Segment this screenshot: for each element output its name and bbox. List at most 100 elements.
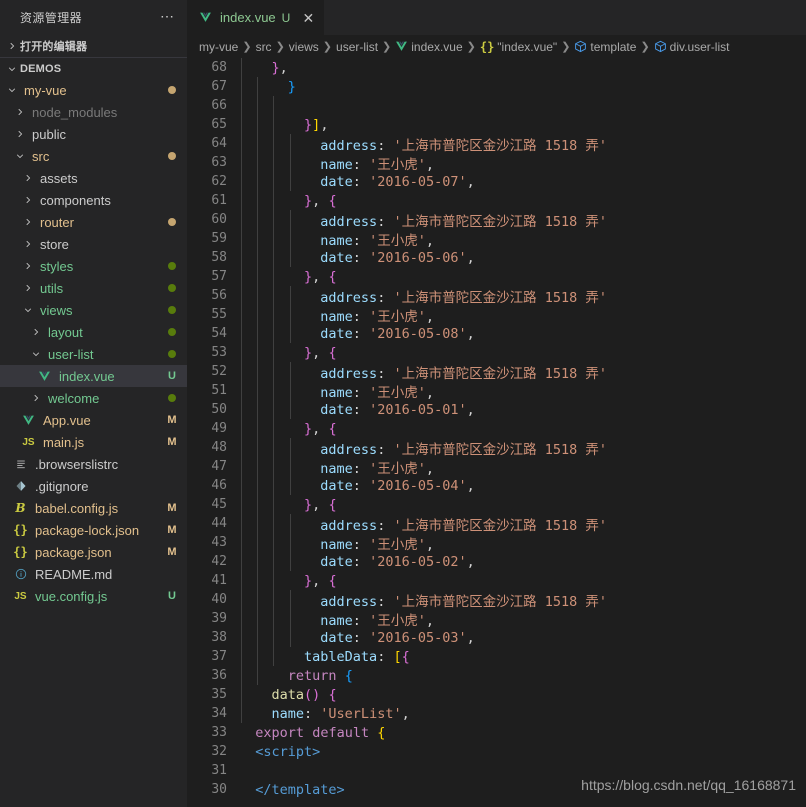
code-line: 53 }, {: [187, 343, 806, 362]
code-line: 65 }],: [187, 115, 806, 134]
code-line: 34 name: 'UserList',: [187, 704, 806, 723]
line-number: 56: [211, 288, 227, 303]
tree-folder-my-vue[interactable]: my-vue: [0, 79, 187, 101]
code-line: 30 </template>: [187, 780, 806, 799]
explorer-header: 资源管理器 ⋯: [0, 0, 187, 35]
breadcrumb-item[interactable]: {} "index.vue": [480, 40, 557, 54]
code-line: 43 name: '王小虎',: [187, 533, 806, 553]
tree-item-status-badge: M: [167, 436, 177, 448]
indent-guide: [257, 96, 259, 115]
tab-bar: index.vue U ✕: [187, 0, 806, 35]
breadcrumb-item[interactable]: template: [574, 40, 636, 54]
breadcrumb-item[interactable]: user-list: [336, 40, 378, 54]
tree-folder-store[interactable]: store: [0, 233, 187, 255]
breadcrumb-item[interactable]: src: [256, 40, 272, 54]
line-number: 36: [211, 668, 227, 683]
breadcrumb-item[interactable]: div.user-list: [654, 40, 729, 54]
code-text: address: '上海市普陀区金沙江路 1518 弄': [320, 289, 607, 306]
tree-file-babel-config-js[interactable]: Bbabel.config.js M: [0, 497, 187, 519]
tree-file-main-js[interactable]: JS main.js M: [0, 431, 187, 453]
tree-folder-node-modules[interactable]: node_modules: [0, 101, 187, 123]
tree-file-vue-config-js[interactable]: JS vue.config.js U: [0, 585, 187, 607]
js-icon: JS: [22, 436, 35, 448]
vue-icon: [20, 412, 37, 428]
chevron-down-icon: [12, 151, 28, 161]
code-line: 41 }, {: [187, 571, 806, 590]
line-number: 34: [211, 706, 227, 721]
code-line: 56 address: '上海市普陀区金沙江路 1518 弄': [187, 286, 806, 306]
line-number: 61: [211, 193, 227, 208]
line-number: 68: [211, 60, 227, 75]
line-number: 30: [211, 782, 227, 797]
tree-file--gitignore[interactable]: .gitignore: [0, 475, 187, 497]
breadcrumb-item[interactable]: my-vue: [199, 40, 238, 54]
tree-item-status-dot: [168, 350, 176, 358]
tree-file-readme-md[interactable]: README.md: [0, 563, 187, 585]
code-line: 44 address: '上海市普陀区金沙江路 1518 弄': [187, 514, 806, 534]
section-open-editors[interactable]: 打开的编辑器: [0, 35, 187, 57]
tree-item-label: src: [32, 148, 50, 164]
tree-file-package-json[interactable]: {} package.json M: [0, 541, 187, 563]
section-workspace-label: DEMOS: [20, 62, 62, 75]
tree-folder-public[interactable]: public: [0, 123, 187, 145]
code-line: 54 date: '2016-05-08',: [187, 324, 806, 343]
breadcrumb-separator-icon: ❯: [561, 41, 571, 53]
line-number: 43: [211, 535, 227, 550]
tree-folder-styles[interactable]: styles: [0, 255, 187, 277]
code-line: 52 address: '上海市普陀区金沙江路 1518 弄': [187, 362, 806, 382]
code-text: address: '上海市普陀区金沙江路 1518 弄': [320, 517, 607, 534]
line-number: 47: [211, 459, 227, 474]
tree-file-index-vue[interactable]: index.vue U: [0, 365, 187, 387]
line-number: 37: [211, 649, 227, 664]
tree-folder-assets[interactable]: assets: [0, 167, 187, 189]
tree-file--browserslistrc[interactable]: .browserslistrc: [0, 453, 187, 475]
tree-file-app-vue[interactable]: App.vue M: [0, 409, 187, 431]
line-number: 52: [211, 364, 227, 379]
section-open-editors-label: 打开的编辑器: [20, 41, 88, 53]
code-line: 46 date: '2016-05-04',: [187, 476, 806, 495]
code-text: </template>: [255, 781, 345, 798]
tree-folder-components[interactable]: components: [0, 189, 187, 211]
code-text: name: '王小虎',: [320, 232, 434, 249]
tree-folder-views[interactable]: views: [0, 299, 187, 321]
tree-folder-utils[interactable]: utils: [0, 277, 187, 299]
tree-folder-layout[interactable]: layout: [0, 321, 187, 343]
close-icon[interactable]: ✕: [300, 11, 316, 25]
tree-folder-welcome[interactable]: welcome: [0, 387, 187, 409]
code-line: 68 },: [187, 58, 806, 77]
code-line: 57 }, {: [187, 267, 806, 286]
code-line: 51 name: '王小虎',: [187, 381, 806, 401]
section-workspace[interactable]: DEMOS: [0, 57, 187, 79]
line-number: 66: [211, 98, 227, 113]
tree-folder-user-list[interactable]: user-list: [0, 343, 187, 365]
code-text: name: '王小虎',: [320, 384, 434, 401]
code-text: }: [287, 78, 296, 95]
line-number: 32: [211, 744, 227, 759]
breadcrumb-item[interactable]: views: [289, 40, 319, 54]
line-number: 51: [211, 383, 227, 398]
line-number: 64: [211, 136, 227, 151]
line-number: 40: [211, 592, 227, 607]
code-text: }, {: [304, 420, 337, 437]
symbol-cube-icon: [574, 40, 587, 53]
chevron-right-icon: [12, 107, 28, 117]
tree-folder-router[interactable]: router: [0, 211, 187, 233]
code-line: 59 name: '王小虎',: [187, 229, 806, 249]
info-icon: [12, 566, 29, 582]
code-editor[interactable]: 68 }, 67 } 66 65 }], 64 address: '上海市普陀区金沙江路…: [187, 58, 806, 807]
line-number: 62: [211, 174, 227, 189]
breadcrumb-item[interactable]: index.vue: [395, 40, 463, 54]
code-text: name: '王小虎',: [320, 156, 434, 173]
code-text: address: '上海市普陀区金沙江路 1518 弄': [320, 441, 607, 458]
tree-file-package-lock-json[interactable]: {} package-lock.json M: [0, 519, 187, 541]
code-text: date: '2016-05-01',: [320, 401, 475, 418]
chevron-down-icon: [4, 85, 20, 95]
code-text: name: '王小虎',: [320, 460, 434, 477]
ellipsis-icon[interactable]: ⋯: [160, 9, 175, 24]
code-line: 38 date: '2016-05-03',: [187, 628, 806, 647]
code-text: date: '2016-05-06',: [320, 249, 475, 266]
tree-folder-src[interactable]: src: [0, 145, 187, 167]
tree-item-label: main.js: [43, 434, 85, 450]
tab-index-vue[interactable]: index.vue U ✕: [187, 0, 326, 35]
code-line: 49 }, {: [187, 419, 806, 438]
